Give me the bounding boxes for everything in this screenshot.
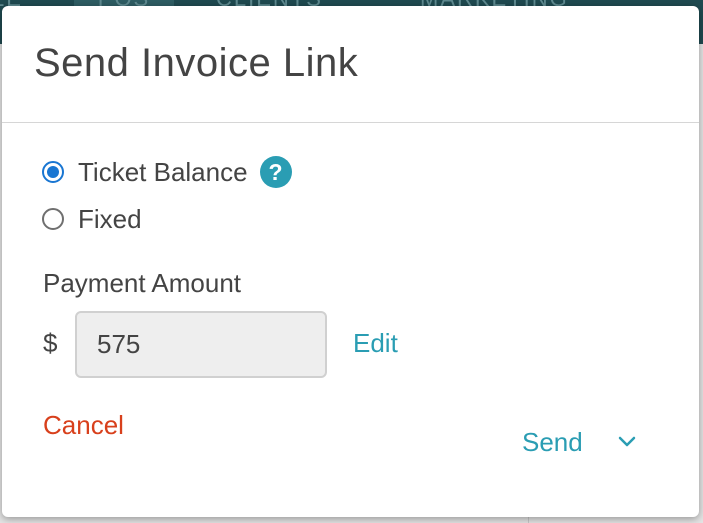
question-mark-icon[interactable]: ? [259, 156, 292, 188]
payment-amount-label: Payment Amount [43, 268, 241, 298]
payment-amount-input[interactable] [75, 311, 327, 378]
chevron-down-icon[interactable] [617, 432, 637, 452]
fixed-label: Fixed [78, 203, 142, 234]
option-fixed[interactable]: Fixed [42, 203, 142, 235]
send-invoice-link-dialog: Send Invoice Link Ticket Balance ? Fixed… [2, 6, 699, 517]
ticket-balance-label: Ticket Balance [78, 156, 248, 187]
ticket-balance-radio[interactable] [42, 161, 64, 183]
dialog-header: Send Invoice Link [2, 6, 699, 123]
edit-amount-link[interactable]: Edit [353, 328, 398, 359]
cancel-button[interactable]: Cancel [43, 410, 124, 441]
fixed-radio[interactable] [42, 208, 64, 230]
send-label: Send [522, 426, 583, 457]
dialog-title: Send Invoice Link [34, 41, 359, 85]
option-ticket-balance[interactable]: Ticket Balance ? [42, 156, 292, 188]
currency-symbol: $ [43, 328, 58, 358]
send-button[interactable]: Send [522, 422, 637, 462]
